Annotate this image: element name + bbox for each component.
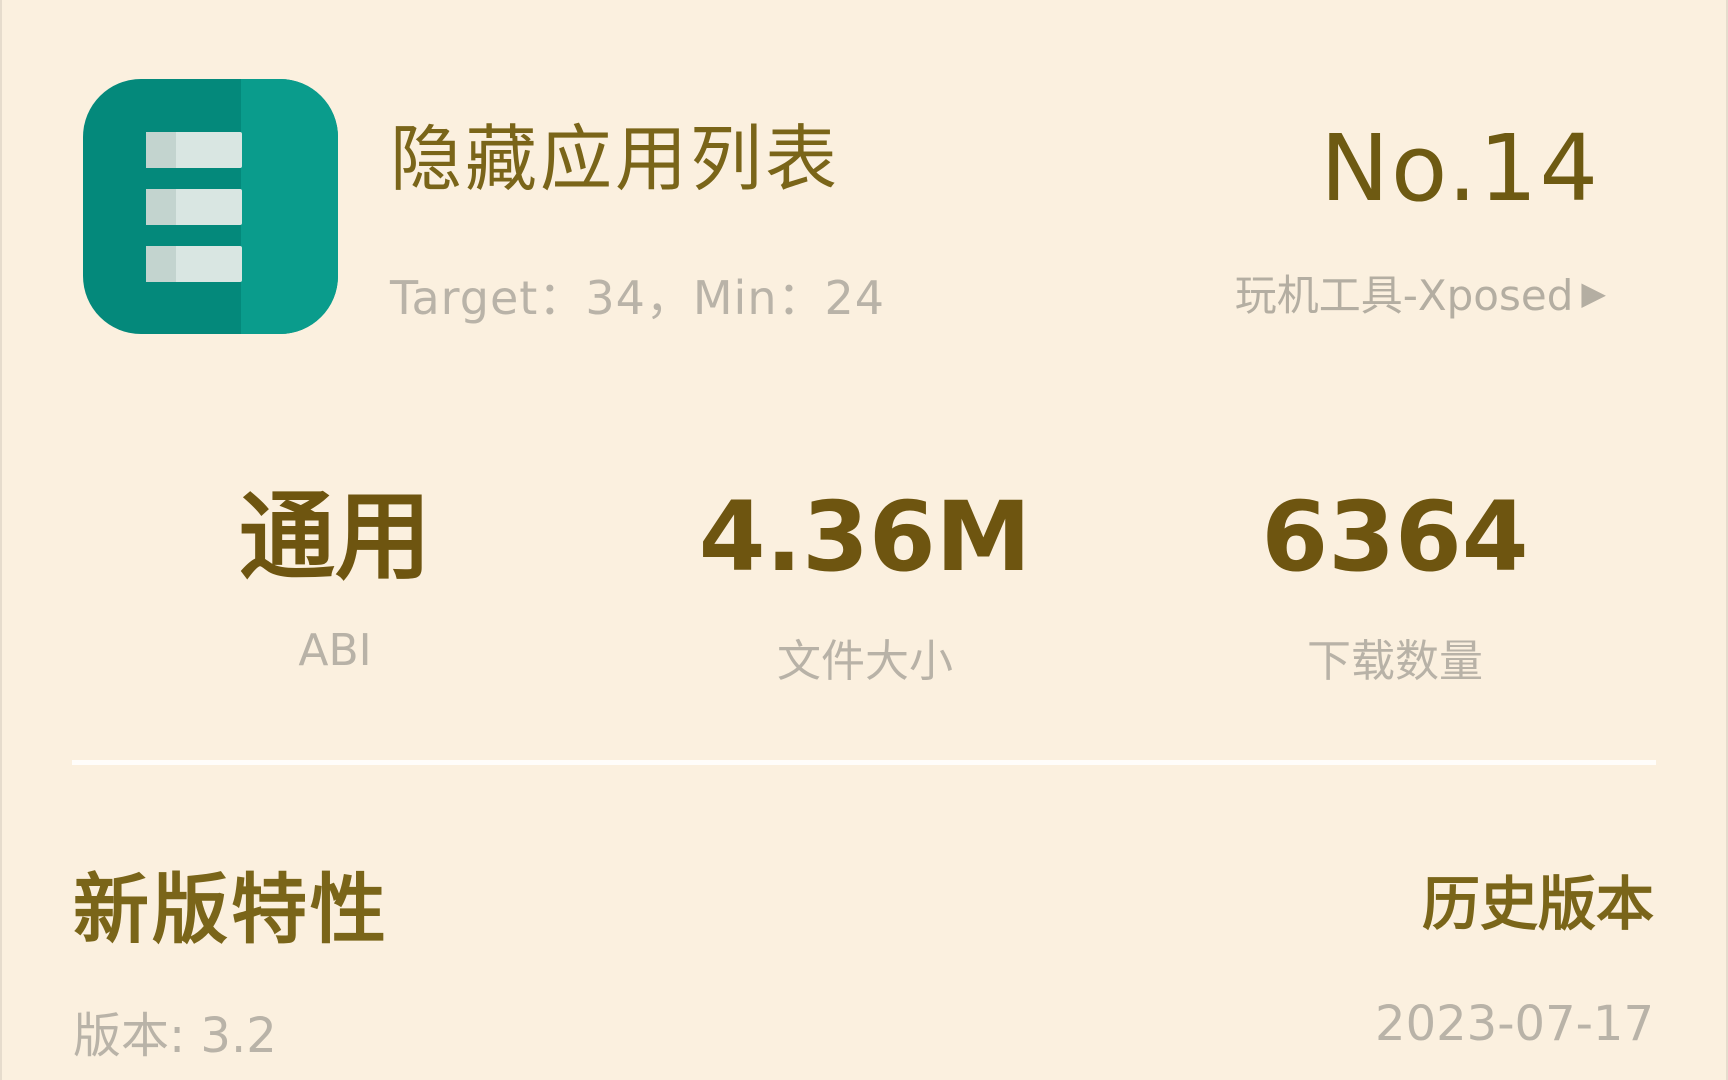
left-border [0,0,2,1080]
app-detail-screen: 隐藏应用列表 Target：34，Min：24 No.14 玩机工具-Xpose… [0,0,1728,1080]
changelog-title: 新版特性 [73,865,389,954]
version-text: 版本: 3.2 [73,1008,277,1064]
stat-label: ABI [298,624,372,676]
app-icon-list-bar [146,246,242,282]
stat-value: 通用 [239,481,431,593]
stat-label: 文件大小 [777,635,953,687]
stat-download-count: 6364 下载数量 [1185,481,1605,689]
stat-value: 4.36M [698,481,1032,593]
stat-abi: 通用 ABI [125,481,545,676]
release-date: 2023-07-17 [1375,996,1654,1052]
app-icon-list-bar [146,132,242,168]
category-link[interactable]: 玩机工具-Xposed ▶ [1235,262,1606,323]
app-name: 隐藏应用列表 [390,117,841,201]
rank-number: No.14 [1320,115,1600,222]
stat-file-size: 4.36M 文件大小 [655,481,1075,689]
app-icon-list-bar [146,189,242,225]
section-divider [72,760,1656,765]
play-arrow-icon: ▶ [1581,273,1606,312]
app-icon-right-panel [241,79,338,334]
stat-label: 下载数量 [1307,635,1483,687]
sdk-target-info: Target：34，Min：24 [390,271,886,325]
stat-value: 6364 [1261,481,1529,593]
category-label: 玩机工具-Xposed [1234,271,1574,320]
history-versions-link[interactable]: 历史版本 [1422,857,1654,941]
app-icon [83,79,338,334]
